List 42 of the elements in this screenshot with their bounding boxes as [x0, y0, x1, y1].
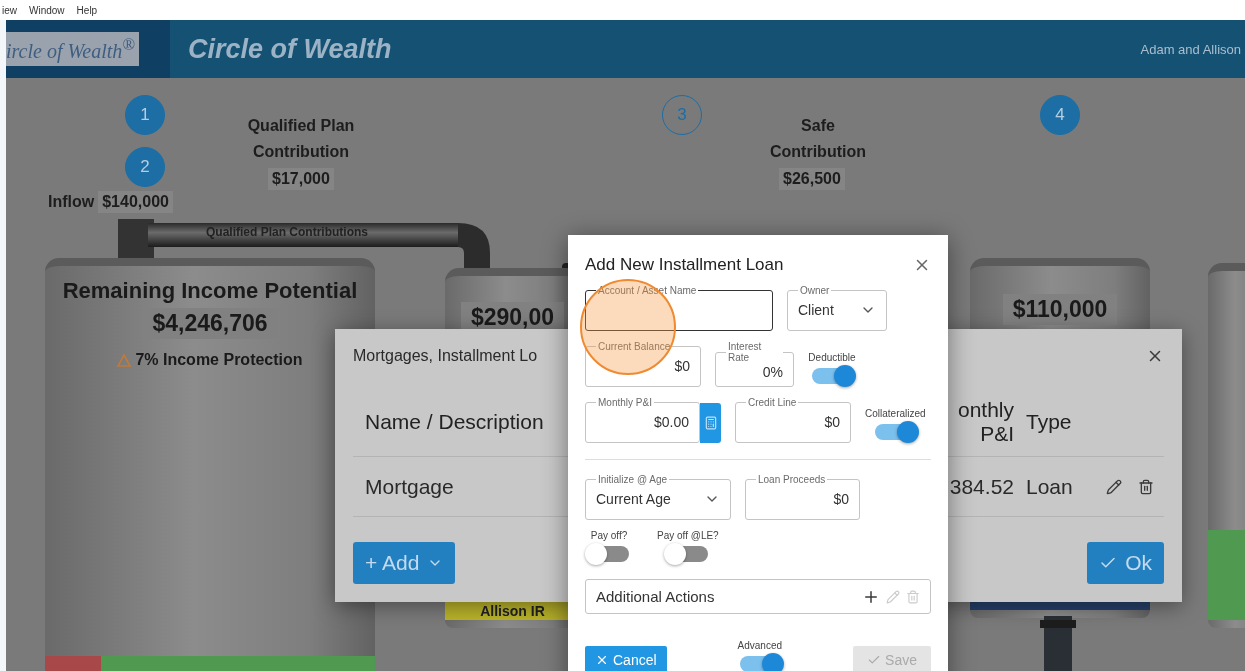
toggle-switch[interactable] — [667, 546, 708, 562]
inflow-label: Inflow — [48, 192, 95, 212]
logo: ircle of Wealth$^{®}$ — [6, 32, 139, 66]
column-header: Type — [1014, 387, 1094, 457]
table-cell: Loan — [1014, 457, 1094, 517]
select-field[interactable]: Initialize @ Age Current Age — [585, 474, 731, 520]
dialog-title: Add New Installment Loan — [585, 255, 784, 275]
tank-note: 7% Income Protection — [135, 351, 303, 369]
input-field[interactable]: Loan Proceeds $0 — [745, 474, 860, 520]
menu-item[interactable]: Help — [76, 4, 98, 16]
delete-button[interactable] — [1138, 478, 1154, 495]
tank-amount: $110,000 — [1002, 294, 1118, 325]
menu-item[interactable]: iew — [2, 4, 17, 16]
app-title: Circle of Wealth — [188, 33, 392, 65]
safe-caption: Safe Contribution — [769, 116, 867, 162]
toggle-switch[interactable] — [875, 424, 916, 440]
input-field[interactable]: Current Balance $0 — [585, 341, 701, 387]
close-icon — [595, 653, 609, 667]
calculator-button[interactable] — [700, 403, 721, 443]
input-field[interactable]: Interest Rate 0% — [715, 341, 794, 387]
client-name: Adam and Allison — [1140, 41, 1241, 57]
check-icon — [867, 653, 882, 667]
select-field[interactable]: Owner Client — [787, 285, 887, 331]
inflow-amount: $140,000 — [98, 191, 173, 213]
toggle-label: Advanced — [737, 640, 783, 651]
qualified-plan-caption: Qualified Plan Contribution — [246, 116, 356, 162]
dialog-title: Mortgages, Installment Lo — [353, 347, 538, 365]
toggle-label: Pay off? — [590, 530, 628, 541]
toggle-label: Collateralized — [865, 408, 926, 419]
tank-title: Remaining Income Potential — [62, 278, 358, 304]
panel-label: Additional Actions — [596, 588, 716, 605]
toggle-label: Pay off @LE? — [657, 530, 719, 541]
calculator-icon — [703, 416, 718, 430]
toggle-label: Deductible — [808, 352, 856, 363]
qualified-plan-amount: $17,000 — [268, 168, 334, 190]
safe-amount: $26,500 — [779, 168, 845, 190]
menu-item[interactable]: Window — [29, 4, 65, 16]
input-field[interactable]: Credit Line $0 — [735, 397, 851, 443]
pipe-label: Qualified Plan Contributions — [206, 225, 368, 239]
edit-button[interactable] — [1106, 478, 1122, 495]
warning-icon — [117, 353, 132, 367]
pipe-drawing — [1040, 616, 1076, 671]
